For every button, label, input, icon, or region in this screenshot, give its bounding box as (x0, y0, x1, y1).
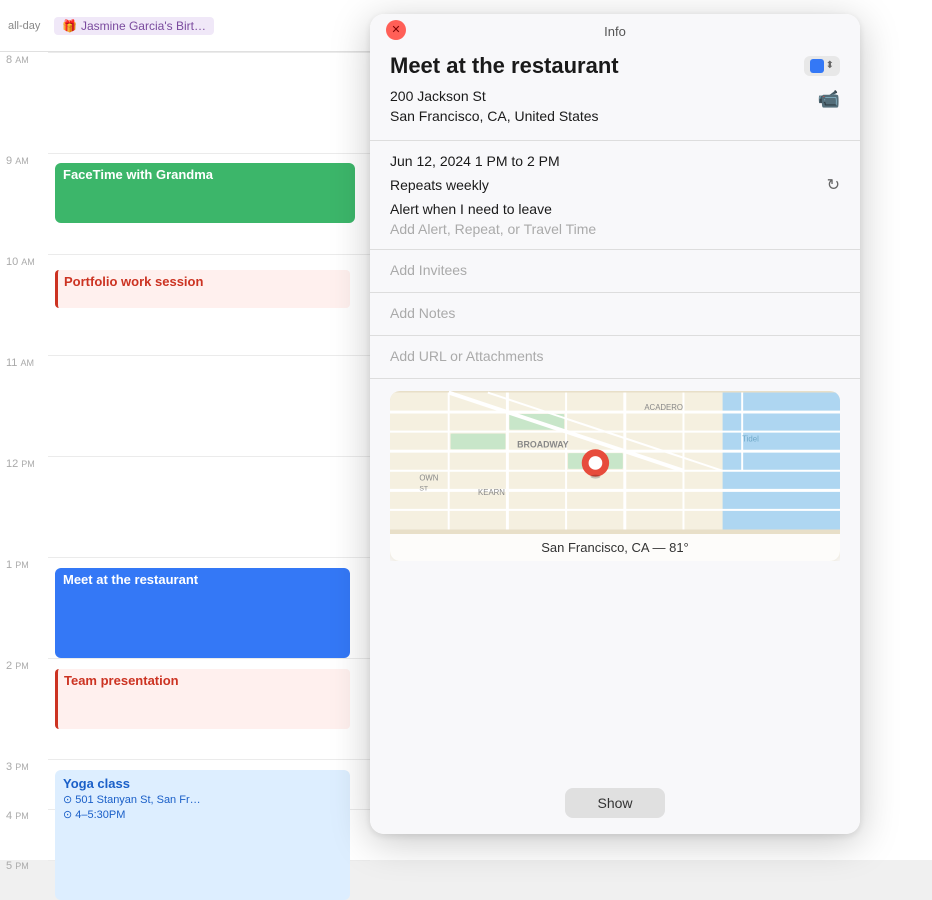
map-caption: San Francisco, CA — 81° (390, 534, 840, 561)
info-popup: ✕ Info Meet at the restaurant ⬍ 200 Jack… (370, 14, 860, 834)
svg-text:BROADWAY: BROADWAY (517, 439, 569, 449)
location-line1: 200 Jackson St (390, 87, 599, 107)
svg-text:Tidel: Tidel (742, 435, 759, 444)
yoga-time: ⊙ 4–5:30PM (63, 808, 342, 821)
color-dot (810, 59, 824, 73)
invitees-section[interactable]: Add Invitees (370, 250, 860, 293)
url-section[interactable]: Add URL or Attachments (370, 336, 860, 379)
video-camera-icon: 📹 (818, 89, 840, 110)
all-day-row: all-day 🎁 Jasmine Garcia's Birt… (0, 0, 370, 52)
repeats-text: Repeats weekly (390, 177, 489, 193)
grid-line-1pm (48, 557, 370, 558)
meet-event[interactable]: Meet at the restaurant (55, 568, 350, 658)
location-text: 200 Jackson St San Francisco, CA, United… (390, 87, 599, 126)
location-row: 200 Jackson St San Francisco, CA, United… (390, 87, 840, 126)
all-day-label: all-day (8, 20, 46, 32)
grid-line-9am (48, 153, 370, 154)
svg-text:KEARN: KEARN (478, 488, 505, 497)
birthday-event[interactable]: 🎁 Jasmine Garcia's Birt… (54, 17, 214, 35)
portfolio-event-label: Portfolio work session (64, 274, 203, 289)
portfolio-event[interactable]: Portfolio work session (55, 270, 350, 308)
close-icon: ✕ (391, 23, 400, 36)
repeat-icon: ↻ (827, 175, 840, 195)
time-label-2pm: 2 PM (6, 660, 29, 672)
yoga-event[interactable]: Yoga class ⊙ 501 Stanyan St, San Fr… ⊙ 4… (55, 770, 350, 900)
time-label-10am: 10 AM (6, 256, 35, 268)
grid-line-3pm (48, 759, 370, 760)
grid-line-11am (48, 355, 370, 356)
location-line2: San Francisco, CA, United States (390, 107, 599, 127)
map-section: BROADWAY ACADERO OWN ST KEARN Tidel San … (370, 379, 860, 776)
alert-text: Alert when I need to leave (390, 201, 840, 217)
add-notes-text: Add Notes (390, 305, 455, 321)
event-title-section: Meet at the restaurant ⬍ 200 Jackson St … (370, 45, 860, 141)
repeats-row: Repeats weekly ↻ (390, 175, 840, 195)
time-label-1pm: 1 PM (6, 559, 29, 571)
popup-title: Info (604, 24, 626, 39)
grid-line-12pm (48, 456, 370, 457)
time-label-9am: 9 AM (6, 155, 29, 167)
map-svg: BROADWAY ACADERO OWN ST KEARN Tidel (390, 391, 840, 531)
time-label-3pm: 3 PM (6, 761, 29, 773)
grid-line-8am (48, 52, 370, 53)
popup-header: ✕ Info (370, 14, 860, 45)
color-picker-button[interactable]: ⬍ (804, 56, 840, 76)
time-label-4pm: 4 PM (6, 810, 29, 822)
time-label-11am: 11 AM (6, 357, 34, 369)
add-invitees-text: Add Invitees (390, 262, 467, 278)
yoga-location: ⊙ 501 Stanyan St, San Fr… (63, 793, 342, 806)
map-container[interactable]: BROADWAY ACADERO OWN ST KEARN Tidel San … (390, 391, 840, 561)
event-title: Meet at the restaurant (390, 53, 619, 79)
event-title-row: Meet at the restaurant ⬍ (390, 53, 840, 79)
svg-text:OWN: OWN (419, 474, 438, 483)
facetime-event-label: FaceTime with Grandma (63, 167, 213, 182)
team-event[interactable]: Team presentation (55, 669, 350, 729)
yoga-event-title: Yoga class (63, 776, 342, 791)
team-event-label: Team presentation (64, 673, 179, 688)
grid-line-10am (48, 254, 370, 255)
svg-text:ACADERO: ACADERO (644, 403, 683, 412)
birthday-icon: 🎁 (62, 19, 77, 33)
details-section: Jun 12, 2024 1 PM to 2 PM Repeats weekly… (370, 141, 860, 250)
time-label-8am: 8 AM (6, 54, 29, 66)
svg-text:ST: ST (419, 486, 429, 493)
birthday-event-label: Jasmine Garcia's Birt… (81, 19, 206, 33)
close-button[interactable]: ✕ (386, 20, 406, 40)
date-time: Jun 12, 2024 1 PM to 2 PM (390, 153, 840, 169)
popup-footer: Show (370, 776, 860, 834)
grid-line-2pm (48, 658, 370, 659)
show-button[interactable]: Show (565, 788, 664, 818)
time-label-12pm: 12 PM (6, 458, 35, 470)
facetime-event[interactable]: FaceTime with Grandma (55, 163, 355, 223)
time-label-5pm: 5 PM (6, 860, 29, 872)
chevron-updown-icon: ⬍ (826, 61, 834, 71)
notes-section[interactable]: Add Notes (370, 293, 860, 336)
meet-event-label: Meet at the restaurant (63, 572, 198, 587)
time-grid: 8 AM 9 AM 10 AM 11 AM 12 PM 1 PM 2 PM 3 … (0, 52, 370, 860)
add-alert-text: Add Alert, Repeat, or Travel Time (390, 221, 840, 237)
add-url-text: Add URL or Attachments (390, 348, 544, 364)
